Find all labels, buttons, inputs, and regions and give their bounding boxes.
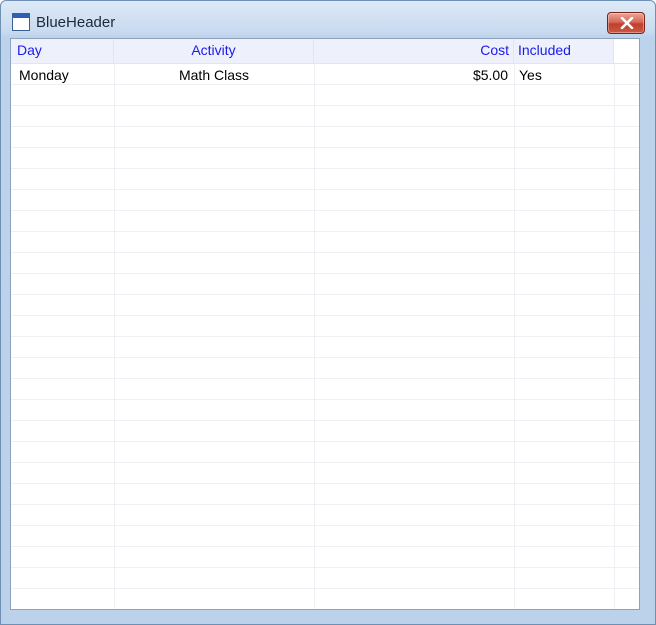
column-header-filler <box>614 39 639 63</box>
app-window: BlueHeader Day Activity Cost Included Mo… <box>0 0 656 625</box>
cell-activity[interactable]: Math Class <box>114 64 314 85</box>
grid-header: Day Activity Cost Included <box>11 39 639 64</box>
cell-included[interactable]: Yes <box>514 64 614 85</box>
data-grid[interactable]: Day Activity Cost Included Monday Math C… <box>10 38 640 610</box>
grid-column-divider <box>614 64 615 609</box>
cell-day[interactable]: Monday <box>11 64 114 85</box>
column-header-activity[interactable]: Activity <box>114 39 314 63</box>
grid-body <box>11 64 639 609</box>
window-title: BlueHeader <box>36 14 116 31</box>
close-button[interactable] <box>607 12 645 34</box>
column-header-cost[interactable]: Cost <box>314 39 514 63</box>
close-icon <box>620 17 634 29</box>
column-header-day[interactable]: Day <box>11 39 114 63</box>
grid-column-divider <box>514 64 515 609</box>
grid-column-divider <box>314 64 315 609</box>
cell-cost[interactable]: $5.00 <box>314 64 514 85</box>
table-row[interactable]: Monday Math Class $5.00 Yes <box>11 64 639 85</box>
window-icon <box>12 13 30 31</box>
grid-column-divider <box>114 64 115 609</box>
column-header-included[interactable]: Included <box>514 39 614 63</box>
title-bar[interactable]: BlueHeader <box>1 1 655 37</box>
